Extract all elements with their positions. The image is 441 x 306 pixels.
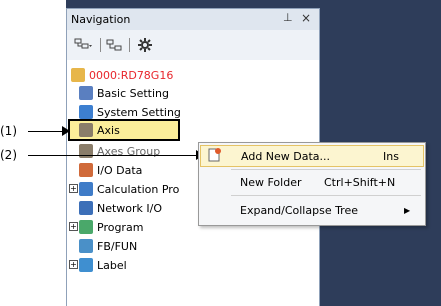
tree-item-label: Calculation Pro <box>97 182 180 196</box>
add-data-icon <box>201 146 231 166</box>
submenu-arrow-icon: ▶ <box>404 205 411 215</box>
tree-item-fb-fun[interactable]: FB/FUN <box>79 237 137 255</box>
navigation-titlebar: Navigation ⊥ × <box>66 8 320 30</box>
system-icon <box>79 105 93 119</box>
collapse-icon[interactable] <box>105 36 125 54</box>
tree-item-axes-group[interactable]: Axes Group <box>79 142 160 160</box>
navigation-title: Navigation <box>71 13 131 26</box>
menu-separator <box>231 169 421 170</box>
tree-item-basic-setting[interactable]: Basic Setting <box>79 84 169 102</box>
expand-icon[interactable]: + <box>69 260 78 269</box>
tree-item-label: Label <box>97 258 127 272</box>
menu-item-add-new-data[interactable]: Add New Data... Ins <box>200 145 424 167</box>
network-icon <box>79 201 93 215</box>
tree-item-calculation[interactable]: Calculation Pro <box>79 180 179 198</box>
tree-root[interactable]: 0000:RD78G16 <box>71 66 173 84</box>
tree-item-label: Program <box>97 220 144 234</box>
tree-root-label: 0000:RD78G16 <box>89 68 174 82</box>
tree-view-icon[interactable] <box>73 36 95 54</box>
settings-icon <box>79 86 93 100</box>
toolbar-separator <box>100 38 101 52</box>
tree-item-label: FB/FUN <box>97 239 138 253</box>
program-icon <box>79 220 93 234</box>
label-icon <box>79 258 93 272</box>
pin-icon[interactable]: ⊥ <box>283 11 293 24</box>
context-menu: Add New Data... Ins New Folder Ctrl+Shif… <box>198 142 426 226</box>
callout-1-arrowhead <box>62 126 70 136</box>
tree-item-label-node[interactable]: Label <box>79 256 127 274</box>
tree-item-label: Basic Setting <box>97 86 170 100</box>
callout-2-line <box>28 155 198 156</box>
callout-2: (2) <box>0 148 17 162</box>
axis-highlight-box <box>68 119 180 141</box>
gear-icon[interactable] <box>135 36 155 54</box>
module-icon <box>71 68 85 82</box>
menu-item-label: Expand/Collapse Tree <box>240 203 359 217</box>
callout-1-line <box>28 131 64 132</box>
tree-item-network-io[interactable]: Network I/O <box>79 199 162 217</box>
menu-item-new-folder[interactable]: New Folder Ctrl+Shift+N <box>200 171 424 193</box>
menu-separator <box>231 195 421 196</box>
menu-item-label: New Folder <box>240 175 302 189</box>
tree-item-io-data[interactable]: I/O Data <box>79 161 142 179</box>
expand-icon[interactable]: + <box>69 184 78 193</box>
expand-icon[interactable]: + <box>69 222 78 231</box>
close-icon[interactable]: × <box>301 11 311 25</box>
toolbar-separator <box>129 38 130 52</box>
tree-item-label: I/O Data <box>97 163 143 177</box>
menu-item-shortcut: Ins <box>383 149 399 163</box>
calc-icon <box>79 182 93 196</box>
navigation-toolbar <box>66 30 320 60</box>
io-icon <box>79 163 93 177</box>
fb-icon <box>79 239 93 253</box>
tree-item-label: Network I/O <box>97 201 163 215</box>
tree-item-label: System Setting <box>97 105 181 119</box>
menu-item-label: Add New Data... <box>241 149 331 163</box>
callout-1: (1) <box>0 124 17 138</box>
menu-item-shortcut: Ctrl+Shift+N <box>324 175 396 189</box>
menu-item-expand-collapse-tree[interactable]: Expand/Collapse Tree ▶ <box>200 199 424 221</box>
tree-item-program[interactable]: Program <box>79 218 143 236</box>
